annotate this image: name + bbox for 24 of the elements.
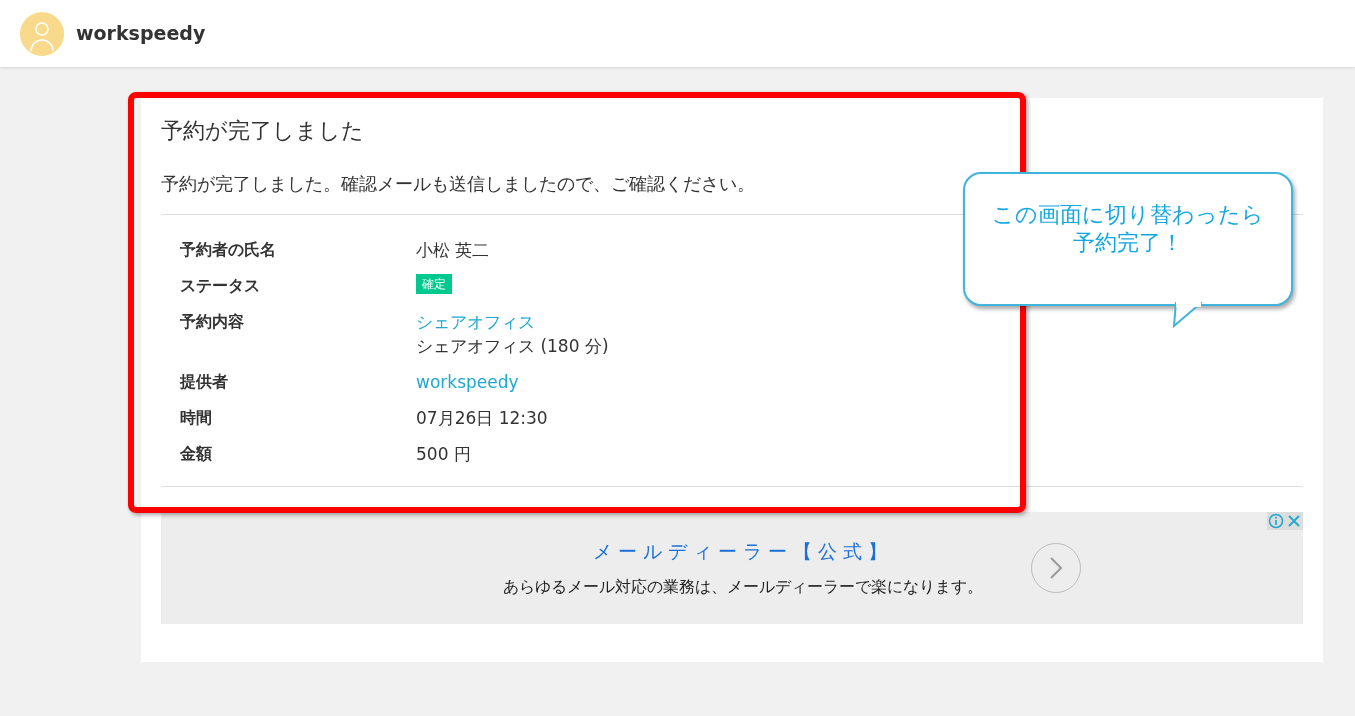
value-text: 500 円 [416,443,471,466]
field-label: 提供者 [180,371,229,393]
field-label: ステータス [180,275,261,297]
callout-text: この画面に切り替わったら 予約完了！ [992,201,1264,257]
confirmation-message: 予約が完了しました。確認メールも送信しましたので、ご確認ください。 [161,172,756,196]
close-icon[interactable] [1285,512,1303,530]
value-text: 小松 英二 [416,239,490,262]
next-arrow-button[interactable] [1031,543,1081,593]
field-label: 予約者の氏名 [180,239,277,261]
ad-title-link[interactable]: メールディーラー【公式】 [593,536,893,566]
info-icon[interactable] [1267,512,1285,530]
field-label: 予約内容 [180,311,245,333]
site-name[interactable]: workspeedy [76,19,206,48]
field-label: 時間 [180,407,213,429]
page-title: 予約が完了しました [161,117,365,145]
field-label: 金額 [180,443,213,465]
avatar-icon [20,11,64,56]
value-link[interactable]: workspeedy [416,370,519,394]
value-link[interactable]: シェアオフィス [416,310,535,334]
status-badge: 確定 [416,274,452,294]
value-text: 07月26日 12:30 [416,407,548,430]
ad-description: あらゆるメール対応の業務は、メールディーラーで楽になります。 [503,576,983,599]
chevron-right-icon [1049,556,1063,580]
value-text: シェアオフィス (180 分) [416,335,609,358]
